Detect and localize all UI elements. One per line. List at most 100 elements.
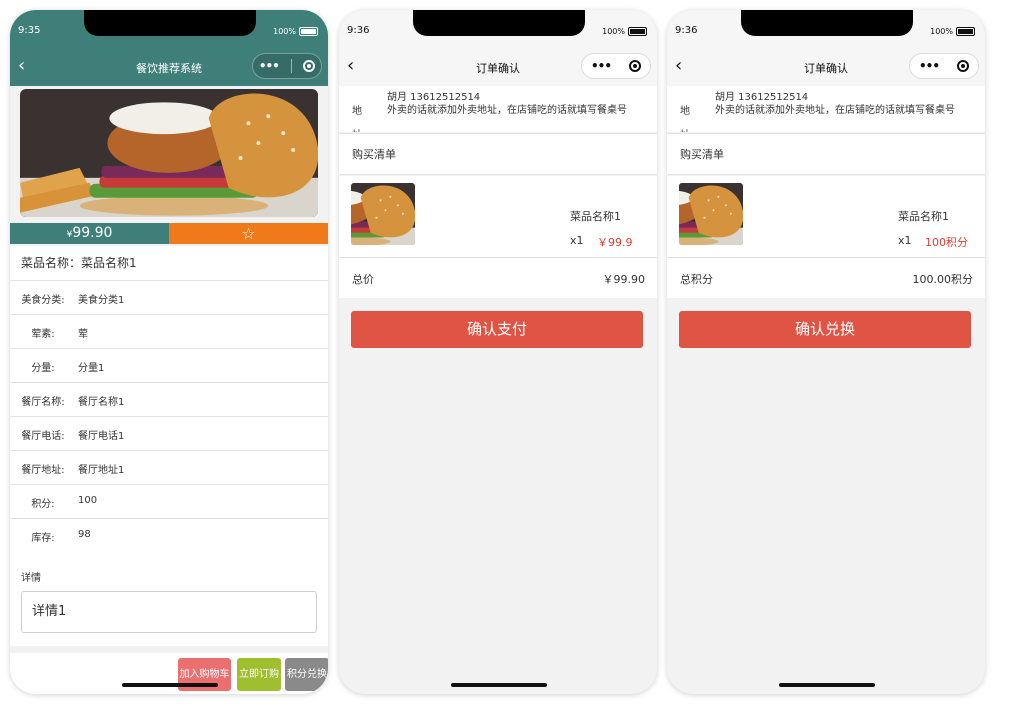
address-label-2: 址: [352, 126, 362, 132]
battery-icon: [956, 27, 975, 36]
product-detail-screen: 9:35 100% ‹ 餐饮推荐系统 ••• ¥99.90 ☆ 菜品名称：菜品名…: [10, 10, 328, 694]
item-points: 100积分: [925, 236, 968, 249]
field-label: 积分:: [31, 499, 55, 510]
nav-bar: ‹ 订单确认 •••: [667, 48, 985, 84]
address-hint: 外卖的话就添加外卖地址，在店铺吃的话就填写餐桌号: [387, 105, 627, 116]
order-confirm-pay-screen: 9:36 100% ‹ 订单确认 ••• 地 址 胡月 13612512514 …: [339, 10, 657, 694]
info-row: 美食分类: 美食分类1: [10, 281, 328, 315]
confirm-exchange-button[interactable]: 确认兑换: [679, 311, 971, 348]
miniapp-capsule: •••: [252, 53, 322, 79]
price-bar: ¥99.90 ☆: [10, 223, 328, 244]
battery-indicator: 100%: [602, 27, 647, 36]
detail-box: 详情1: [21, 591, 317, 633]
address-hint: 外卖的话就添加外卖地址，在店铺吃的话就填写餐桌号: [715, 105, 955, 116]
address-section[interactable]: 地 址 胡月 13612512514 外卖的话就添加外卖地址，在店铺吃的话就填写…: [339, 86, 657, 132]
info-row: 积分: 100: [10, 485, 328, 519]
capsule-divider: [290, 59, 292, 73]
more-dots-icon[interactable]: •••: [919, 59, 940, 73]
home-indicator: [122, 683, 218, 687]
info-row: 餐厅名称: 餐厅名称1: [10, 383, 328, 417]
field-value: 餐厅电话1: [78, 431, 125, 442]
battery-indicator: 100%: [930, 27, 975, 36]
field-value: 荤: [78, 329, 88, 340]
product-name-value: 菜品名称1: [81, 256, 137, 270]
battery-label: 100%: [273, 27, 296, 36]
item-name: 菜品名称1: [570, 210, 621, 223]
field-value: 餐厅名称1: [78, 397, 125, 408]
field-label: 餐厅地址:: [21, 465, 65, 476]
points-exchange-button[interactable]: 积分兑换: [285, 658, 328, 691]
detail-section: 详情 详情1: [10, 548, 328, 646]
status-time: 9:36: [675, 25, 698, 36]
product-image: [20, 89, 318, 217]
purchase-list-title: 购买清单: [667, 133, 985, 175]
field-label: 美食分类:: [21, 295, 65, 306]
address-label-2: 址: [680, 126, 690, 132]
product-name-row: 菜品名称：菜品名称1: [10, 246, 328, 281]
home-indicator: [779, 683, 875, 687]
device-notch: [413, 10, 585, 36]
field-label: 分量:: [31, 363, 55, 374]
info-row: 餐厅电话: 餐厅电话1: [10, 417, 328, 451]
total-value: ￥99.90: [602, 273, 646, 286]
order-now-button[interactable]: 立即订购: [237, 658, 281, 691]
field-value: 100: [78, 495, 98, 506]
list-item: 菜品名称1 x1 ￥99.9: [339, 176, 657, 258]
price-value: 99.90: [72, 225, 113, 241]
product-name-label: 菜品名称：: [21, 256, 82, 270]
device-notch: [84, 10, 256, 36]
target-icon[interactable]: [628, 60, 641, 72]
battery-icon: [628, 27, 647, 36]
address-label: 地: [352, 106, 362, 117]
item-quantity: x1: [898, 234, 912, 247]
price-display: ¥99.90: [10, 223, 169, 244]
total-row: 总积分 100.00积分: [667, 258, 985, 298]
address-label: 地: [680, 106, 690, 117]
detail-title: 详情: [21, 573, 41, 584]
status-time: 9:36: [347, 25, 370, 36]
address-section[interactable]: 地 址 胡月 13612512514 外卖的话就添加外卖地址，在店铺吃的话就填写…: [667, 86, 985, 132]
miniapp-capsule: •••: [581, 53, 651, 79]
item-price: ￥99.9: [597, 236, 633, 249]
battery-label: 100%: [602, 27, 625, 36]
header-bar: 9:36 100% ‹ 订单确认 •••: [667, 10, 985, 86]
order-confirm-exchange-screen: 9:36 100% ‹ 订单确认 ••• 地 址 胡月 13612512514 …: [667, 10, 985, 694]
field-label: 荤素:: [31, 329, 55, 340]
more-dots-icon[interactable]: •••: [259, 59, 280, 73]
field-label: 库存:: [31, 533, 55, 544]
battery-icon: [299, 27, 318, 36]
product-info: 菜品名称：菜品名称1 美食分类: 美食分类1 荤素: 荤 分量: 分量1 餐厅名称: 餐…: [10, 246, 328, 553]
miniapp-capsule: •••: [909, 53, 979, 79]
status-time: 9:35: [18, 25, 41, 36]
header-bar: 9:36 100% ‹ 订单确认 •••: [339, 10, 657, 86]
field-label: 餐厅电话:: [21, 431, 65, 442]
target-icon[interactable]: [956, 60, 969, 72]
battery-indicator: 100%: [273, 27, 318, 36]
contact-line: 胡月 13612512514: [715, 92, 809, 103]
field-label: 餐厅名称:: [21, 397, 65, 408]
list-item: 菜品名称1 x1 100积分: [667, 176, 985, 258]
item-thumbnail: [679, 183, 743, 245]
item-thumbnail: [351, 183, 415, 245]
home-indicator: [451, 683, 547, 687]
battery-label: 100%: [930, 27, 953, 36]
info-row: 分量: 分量1: [10, 349, 328, 383]
action-bar: 加入购物车 立即订购 积分兑换: [10, 653, 328, 694]
field-value: 分量1: [78, 363, 105, 374]
contact-line: 胡月 13612512514: [387, 92, 481, 103]
header-bar: 9:35 100% ‹ 餐饮推荐系统 •••: [10, 10, 328, 86]
confirm-pay-button[interactable]: 确认支付: [351, 311, 643, 348]
nav-bar: ‹ 餐饮推荐系统 •••: [10, 48, 328, 84]
item-quantity: x1: [570, 234, 584, 247]
item-name: 菜品名称1: [898, 210, 949, 223]
target-icon[interactable]: [303, 60, 316, 72]
info-row: 餐厅地址: 餐厅地址1: [10, 451, 328, 485]
purchase-list-title: 购买清单: [339, 133, 657, 175]
total-label: 总价: [352, 273, 374, 286]
more-dots-icon[interactable]: •••: [591, 59, 612, 73]
favorite-button[interactable]: ☆: [169, 223, 328, 244]
device-notch: [741, 10, 913, 36]
total-value: 100.00积分: [912, 273, 974, 286]
field-value: 美食分类1: [78, 295, 125, 306]
info-row: 荤素: 荤: [10, 315, 328, 349]
